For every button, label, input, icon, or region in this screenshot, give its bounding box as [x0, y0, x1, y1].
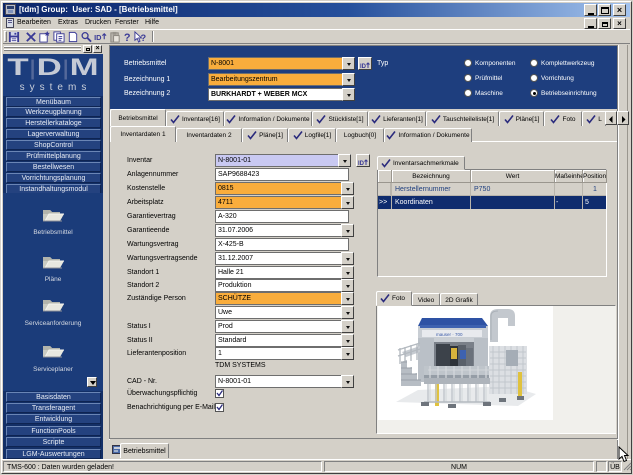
- svg-text:ID: ID: [360, 64, 367, 70]
- svg-text:mauser · 700: mauser · 700: [436, 332, 463, 337]
- svg-text:ID: ID: [94, 33, 102, 42]
- svg-text:?: ?: [140, 33, 146, 43]
- svg-text:ID: ID: [358, 161, 365, 167]
- svg-text:?: ?: [124, 32, 131, 43]
